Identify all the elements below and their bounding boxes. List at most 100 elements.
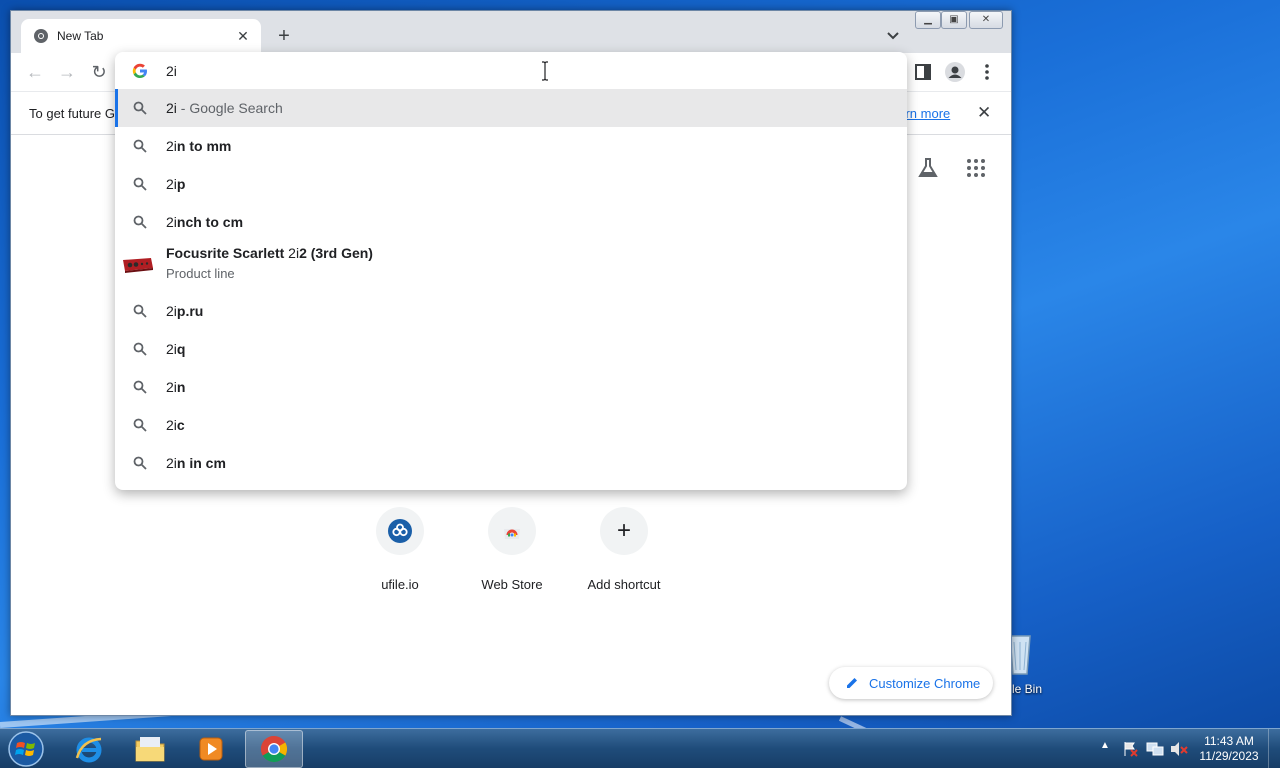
customize-label: Customize Chrome bbox=[869, 675, 981, 691]
suggestion-text: 2in bbox=[166, 379, 185, 395]
suggestion-prefix: 2i bbox=[166, 138, 177, 154]
chrome-favicon-icon bbox=[34, 29, 48, 43]
search-icon bbox=[133, 304, 147, 318]
suggestion-text: 2in in cm bbox=[166, 455, 226, 471]
search-icon bbox=[133, 101, 147, 115]
minimize-button[interactable]: ▁ bbox=[915, 11, 941, 29]
shortcut-ufile[interactable]: ufile.io bbox=[344, 507, 456, 592]
suggestion-completion: n in cm bbox=[176, 455, 226, 471]
media-player-icon bbox=[199, 737, 223, 761]
suggestion-row[interactable]: 2ip.ru bbox=[115, 292, 907, 330]
google-g-icon bbox=[132, 63, 147, 78]
network-icon[interactable] bbox=[1146, 741, 1164, 757]
suggestion-row[interactable]: 2inch to cm bbox=[115, 203, 907, 241]
taskbar-file-explorer[interactable] bbox=[121, 730, 179, 768]
suggestion-completion: p.ru bbox=[176, 303, 204, 319]
taskbar-media-player[interactable] bbox=[182, 730, 240, 768]
tab-title: New Tab bbox=[57, 29, 104, 43]
search-icon bbox=[133, 215, 147, 229]
profile-avatar-icon[interactable] bbox=[945, 62, 965, 82]
side-panel-icon[interactable] bbox=[913, 62, 933, 82]
entity-title-part: 2 (3rd Gen) bbox=[299, 245, 373, 261]
search-icon bbox=[133, 418, 147, 432]
infobar-close-icon[interactable]: ✕ bbox=[977, 103, 991, 123]
close-window-button[interactable]: ✕ bbox=[969, 11, 1003, 29]
tab-search-chevron-icon[interactable] bbox=[885, 27, 901, 43]
taskbar-internet-explorer[interactable] bbox=[60, 730, 118, 768]
forward-button[interactable]: → bbox=[57, 62, 77, 82]
shortcut-label: Web Store bbox=[481, 577, 543, 592]
suggestion-text: 2ic bbox=[166, 417, 185, 433]
suggestion-row[interactable]: 2i - Google Search bbox=[115, 89, 907, 127]
suggestion-prefix: 2i bbox=[166, 417, 177, 433]
search-icon bbox=[133, 139, 147, 153]
shortcut-tile: + bbox=[600, 507, 648, 555]
shortcut-tile bbox=[376, 507, 424, 555]
show-desktop-button[interactable] bbox=[1268, 729, 1280, 768]
suggestion-text: 2ip bbox=[166, 176, 185, 192]
tray-expand-icon[interactable]: ▲ bbox=[1100, 740, 1110, 751]
internet-explorer-icon bbox=[75, 737, 102, 763]
suggestion-completion: n to mm bbox=[176, 138, 232, 154]
start-orb-icon[interactable] bbox=[4, 730, 48, 768]
reload-button[interactable]: ↻ bbox=[89, 62, 109, 82]
web-store-icon bbox=[504, 529, 520, 539]
entity-title: Focusrite Scarlett 2i2 (3rd Gen) bbox=[166, 245, 373, 261]
suggestion-row[interactable]: 2ip bbox=[115, 165, 907, 203]
menu-kebab-icon[interactable] bbox=[977, 62, 997, 82]
shortcut-web-store[interactable]: Web Store bbox=[456, 507, 568, 592]
suggestion-text: 2iq bbox=[166, 341, 185, 357]
entity-title-match: 2i bbox=[288, 245, 300, 261]
clock-date: 11/29/2023 bbox=[1199, 749, 1259, 763]
suggestion-prefix: 2i bbox=[166, 379, 177, 395]
entity-suggestion-row[interactable]: Focusrite Scarlett 2i2 (3rd Gen) Product… bbox=[115, 241, 907, 291]
suggestion-row[interactable]: 2iq bbox=[115, 330, 907, 368]
suggestion-prefix: 2i bbox=[166, 341, 177, 357]
suggestion-text: 2in to mm bbox=[166, 138, 231, 154]
ufile-icon bbox=[388, 519, 412, 543]
suggestion-suffix: - Google Search bbox=[176, 100, 283, 116]
suggestion-text: 2ip.ru bbox=[166, 303, 203, 319]
suggestion-completion: p bbox=[176, 176, 186, 192]
suggestion-row[interactable]: 2in to mm bbox=[115, 127, 907, 165]
restore-button[interactable]: ▣ bbox=[941, 11, 967, 29]
tab-close-icon[interactable]: ✕ bbox=[235, 28, 251, 44]
tab-new-tab[interactable]: New Tab ✕ bbox=[21, 19, 261, 53]
suggestion-row[interactable]: 2in in cm bbox=[115, 444, 907, 482]
back-button[interactable]: ← bbox=[25, 62, 45, 82]
taskbar: ▲ 11:43 AM 11/29/2023 bbox=[0, 728, 1280, 768]
taskbar-chrome[interactable] bbox=[245, 730, 303, 768]
clock-time: 11:43 AM bbox=[1204, 734, 1254, 748]
address-bar[interactable]: 2i bbox=[115, 52, 907, 89]
chrome-icon bbox=[260, 735, 288, 763]
suggestion-row[interactable]: 2in bbox=[115, 368, 907, 406]
suggestion-text: 2inch to cm bbox=[166, 214, 243, 230]
shortcut-add[interactable]: + Add shortcut bbox=[568, 507, 680, 592]
suggestion-prefix: 2i bbox=[166, 455, 177, 471]
suggestion-prefix: 2i bbox=[166, 176, 177, 192]
suggestion-row[interactable]: 2ic bbox=[115, 406, 907, 444]
new-tab-button[interactable]: + bbox=[273, 25, 295, 47]
suggestion-completion: nch to cm bbox=[176, 214, 244, 230]
customize-chrome-button[interactable]: Customize Chrome bbox=[829, 667, 993, 699]
suggestion-prefix: 2i bbox=[166, 214, 177, 230]
labs-flask-icon[interactable] bbox=[917, 157, 939, 179]
recycle-bin-label: le Bin bbox=[1012, 682, 1043, 696]
suggestion-prefix: 2i bbox=[166, 100, 177, 116]
file-explorer-icon bbox=[135, 737, 165, 762]
search-icon bbox=[133, 380, 147, 394]
shortcut-label: ufile.io bbox=[381, 577, 419, 592]
system-clock[interactable]: 11:43 AM 11/29/2023 bbox=[1196, 734, 1262, 764]
infobar-message: To get future G bbox=[29, 106, 115, 121]
google-apps-grid-icon[interactable] bbox=[966, 158, 986, 178]
suggestion-completion: n bbox=[176, 379, 186, 395]
entity-subtitle: Product line bbox=[166, 266, 235, 281]
volume-muted-icon[interactable] bbox=[1170, 741, 1188, 757]
suggestion-text: 2i - Google Search bbox=[166, 100, 283, 116]
shortcut-label: Add shortcut bbox=[587, 577, 661, 592]
search-icon bbox=[133, 342, 147, 356]
text-cursor-icon bbox=[542, 61, 548, 81]
action-center-flag-icon[interactable] bbox=[1122, 741, 1138, 757]
product-thumbnail bbox=[123, 258, 153, 273]
plus-icon: + bbox=[616, 517, 631, 544]
